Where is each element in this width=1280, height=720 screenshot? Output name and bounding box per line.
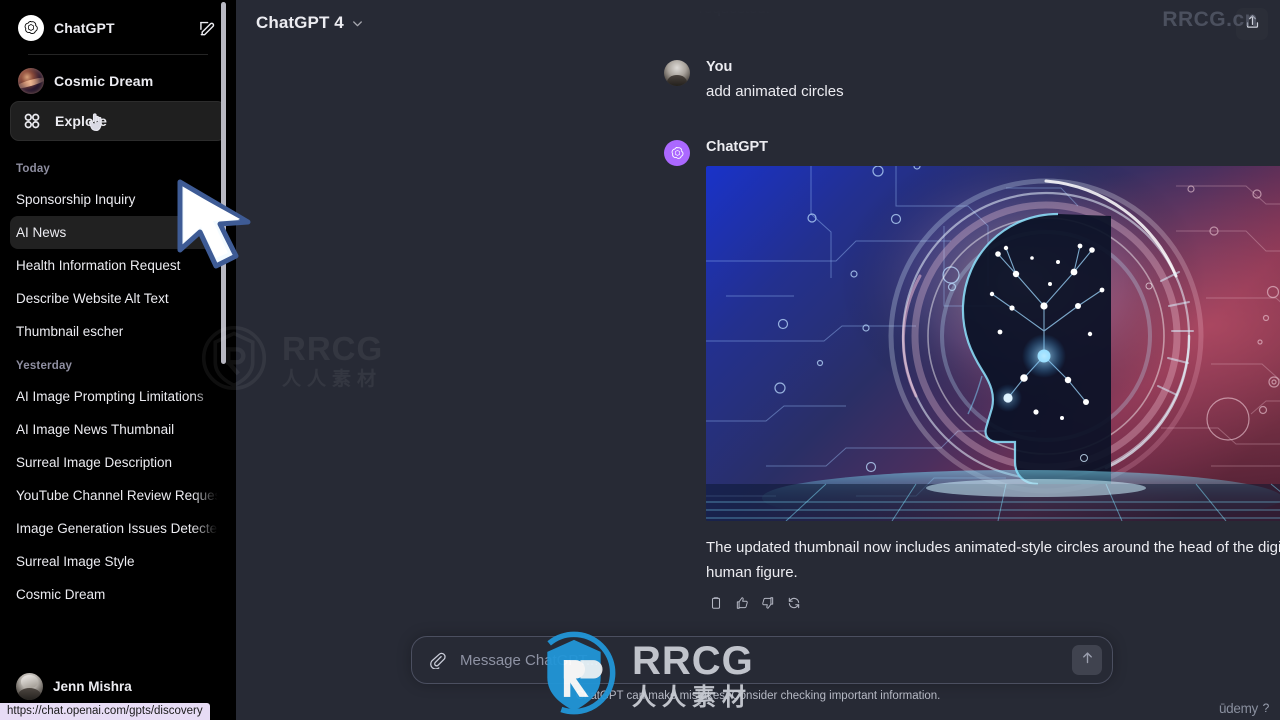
user-account-row[interactable]: Jenn Mishra xyxy=(10,666,226,706)
sidebar: ChatGPT Cosmic Dream Explore Today Spons… xyxy=(0,0,236,720)
conversation-title: Thumbnail escher xyxy=(16,324,124,339)
paperclip-icon[interactable] xyxy=(420,643,454,677)
assistant-reply-text: The updated thumbnail now includes anima… xyxy=(706,539,1280,581)
thumbs-down-icon[interactable] xyxy=(758,593,777,612)
explore-grid-icon xyxy=(19,108,45,134)
conversation-item[interactable]: Surreal Image Style xyxy=(10,545,226,578)
conversation-item[interactable]: Health Information Request xyxy=(10,249,226,282)
conversation-title: YouTube Channel Review Request xyxy=(16,488,218,503)
sidebar-item-label: Explore xyxy=(55,113,108,129)
conversation-group-label-today: Today xyxy=(16,163,51,175)
disclaimer-text: ChatGPT can make mistakes. Consider chec… xyxy=(575,690,941,702)
sidebar-item-label: Cosmic Dream xyxy=(54,73,154,89)
thumbs-up-icon[interactable] xyxy=(732,593,751,612)
message-actions xyxy=(706,593,1280,612)
conversation-title: AI Image News Thumbnail xyxy=(16,422,175,437)
conversation-title: Describe Website Alt Text xyxy=(16,291,169,306)
conversation-item[interactable]: Image Generation Issues Detected xyxy=(10,512,226,545)
status-bar-url: https://chat.openai.com/gpts/discovery xyxy=(0,703,210,720)
sidebar-scrollbar-track[interactable] xyxy=(221,0,231,720)
new-chat-icon[interactable] xyxy=(198,18,218,38)
user-message: You add animated circles xyxy=(664,58,844,104)
user-name: Jenn Mishra xyxy=(53,678,132,694)
sidebar-scrollbar-thumb[interactable] xyxy=(221,2,226,364)
conversation-item[interactable]: AI Image Prompting Limitations xyxy=(10,380,226,413)
rrcg-corner-watermark: RRCG.cn xyxy=(1162,8,1258,31)
conversation-title: Cosmic Dream xyxy=(16,587,106,602)
send-arrow-up-icon xyxy=(1080,650,1095,670)
conversation-item-active[interactable]: AI News xyxy=(10,216,226,249)
message-thread: You add animated circles ChatGPT The upd… xyxy=(236,0,1280,640)
composer xyxy=(411,636,1113,684)
conversation-item[interactable]: Surreal Image Description xyxy=(10,446,226,479)
message-text: add animated circles xyxy=(706,83,844,100)
generated-image[interactable] xyxy=(706,166,1280,521)
message-input[interactable] xyxy=(454,651,1072,669)
assistant-message: ChatGPT The updated thumbnail now includ… xyxy=(664,138,1280,612)
conversation-title: Surreal Image Style xyxy=(16,554,135,569)
avatar xyxy=(664,60,690,86)
openai-logo-icon xyxy=(18,15,44,41)
conversation-title: AI News xyxy=(16,225,67,240)
conversation-title: Health Information Request xyxy=(16,258,181,273)
conversation-item[interactable]: Cosmic Dream xyxy=(10,578,226,611)
cosmic-dream-avatar xyxy=(18,68,44,94)
model-selector[interactable]: ChatGPT 4 xyxy=(248,8,373,38)
conversation-item[interactable]: Describe Website Alt Text xyxy=(10,282,226,315)
chatgpt-app-window: ChatGPT Cosmic Dream Explore Today Spons… xyxy=(0,0,1280,720)
conversation-title: AI Image Prompting Limitations xyxy=(16,389,204,404)
conversation-item[interactable]: Sponsorship Inquiry xyxy=(10,183,226,216)
chatgpt-avatar-icon xyxy=(664,140,690,166)
conversation-item[interactable]: Thumbnail escher xyxy=(10,315,226,348)
sidebar-item-cosmic-dream[interactable]: Cosmic Dream xyxy=(10,61,226,101)
sidebar-brand-label: ChatGPT xyxy=(54,20,115,36)
main-content: requested. ChatGPT 4 You add animated ci… xyxy=(236,0,1280,720)
help-button[interactable]: ? xyxy=(1258,700,1274,716)
avatar xyxy=(16,672,43,700)
regenerate-icon[interactable] xyxy=(784,593,803,612)
chevron-down-icon xyxy=(350,16,365,31)
conversation-list: Today Sponsorship Inquiry AI News Health… xyxy=(0,151,236,660)
conversation-title: Sponsorship Inquiry xyxy=(16,192,136,207)
conversation-title: Image Generation Issues Detected xyxy=(16,521,218,536)
message-author: You xyxy=(706,59,733,75)
sidebar-header: ChatGPT Cosmic Dream Explore xyxy=(0,0,236,141)
conversation-title: Surreal Image Description xyxy=(16,455,173,470)
conversation-item[interactable]: AI Image News Thumbnail xyxy=(10,413,226,446)
conversation-item[interactable]: YouTube Channel Review Request xyxy=(10,479,226,512)
message-author: ChatGPT xyxy=(706,139,769,155)
composer-area: ChatGPT can make mistakes. Consider chec… xyxy=(236,628,1280,720)
model-label: ChatGPT 4 xyxy=(256,13,344,32)
conversation-group-label-yesterday: Yesterday xyxy=(16,360,73,372)
send-button[interactable] xyxy=(1072,645,1102,675)
model-bar: ChatGPT 4 xyxy=(236,0,1280,46)
sidebar-brand-row[interactable]: ChatGPT xyxy=(10,8,226,48)
sidebar-item-explore[interactable]: Explore xyxy=(10,101,226,141)
udemy-watermark: ūdemy xyxy=(1218,701,1258,716)
copy-icon[interactable] xyxy=(706,593,725,612)
sidebar-divider xyxy=(28,54,208,55)
